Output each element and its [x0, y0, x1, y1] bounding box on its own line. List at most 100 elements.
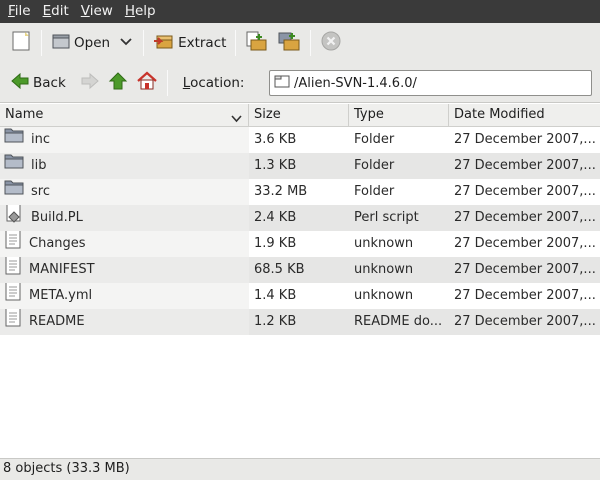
- column-header-type-label: Type: [354, 107, 384, 122]
- file-name: MANIFEST: [29, 262, 95, 277]
- back-button-label: Back: [33, 74, 66, 91]
- open-button[interactable]: Open: [47, 27, 114, 59]
- cell-size: 1.3 KB: [249, 153, 349, 179]
- cell-date: 27 December 2007,...: [449, 179, 600, 205]
- cell-name: README: [0, 309, 249, 335]
- home-icon: [136, 71, 158, 95]
- cell-date: 27 December 2007,...: [449, 283, 600, 309]
- cell-name: src: [0, 179, 249, 205]
- cell-date: 27 December 2007,...: [449, 127, 600, 153]
- menu-edit[interactable]: Edit: [37, 0, 75, 23]
- back-arrow-icon: [10, 71, 30, 95]
- cell-date: 27 December 2007,...: [449, 309, 600, 335]
- table-row[interactable]: Build.PL 2.4 KB Perl script 27 December 200…: [0, 205, 600, 231]
- column-header-size-label: Size: [254, 107, 281, 122]
- cell-name: Build.PL: [0, 205, 249, 231]
- cell-type: Folder: [349, 179, 449, 205]
- menu-view[interactable]: View: [75, 0, 119, 23]
- cell-size: 1.4 KB: [249, 283, 349, 309]
- cell-size: 1.9 KB: [249, 231, 349, 257]
- open-recent-dropdown[interactable]: [114, 27, 138, 59]
- cell-size: 2.4 KB: [249, 205, 349, 231]
- table-row[interactable]: src 33.2 MB Folder 27 December 2007,...: [0, 179, 600, 205]
- table-row[interactable]: Changes 1.9 KB unknown 27 December 2007,...: [0, 231, 600, 257]
- table-row[interactable]: inc 3.6 KB Folder 27 December 2007,...: [0, 127, 600, 153]
- menu-edit-label: dit: [51, 3, 69, 19]
- text-file-icon: [4, 231, 22, 257]
- text-file-icon: [4, 257, 22, 283]
- extract-icon: [153, 31, 175, 55]
- folder-icon: [4, 153, 24, 179]
- table-row[interactable]: lib 1.3 KB Folder 27 December 2007,...: [0, 153, 600, 179]
- stop-button[interactable]: [316, 27, 346, 59]
- new-archive-button[interactable]: [6, 27, 36, 59]
- cell-date: 27 December 2007,...: [449, 205, 600, 231]
- cell-type: unknown: [349, 231, 449, 257]
- menu-help[interactable]: Help: [119, 0, 162, 23]
- toolbar-separator: [41, 30, 42, 56]
- status-bar: 8 objects (33.3 MB): [0, 458, 600, 480]
- location-toolbar: Back Location: /Alien-SVN-1.4.6.0/: [0, 63, 600, 103]
- extract-button-label: Extract: [178, 35, 227, 51]
- cell-type: unknown: [349, 283, 449, 309]
- file-name: inc: [31, 132, 50, 147]
- menu-file-mnemonic: F: [8, 3, 15, 19]
- main-toolbar: Open Extract: [0, 23, 600, 63]
- location-value: /Alien-SVN-1.4.6.0/: [294, 75, 417, 91]
- file-name: lib: [31, 158, 47, 173]
- chevron-down-icon: [120, 36, 132, 51]
- column-header-name-label: Name: [5, 107, 44, 122]
- menu-view-label: iew: [89, 3, 113, 19]
- stop-icon: [320, 30, 342, 56]
- cell-date: 27 December 2007,...: [449, 153, 600, 179]
- file-name: Build.PL: [31, 210, 83, 225]
- add-files-button[interactable]: [241, 27, 273, 59]
- cell-type: Perl script: [349, 205, 449, 231]
- toolbar-separator: [235, 30, 237, 56]
- menu-file-label: ile: [14, 3, 31, 19]
- toolbar-separator: [143, 30, 145, 56]
- back-button[interactable]: Back: [6, 67, 70, 99]
- file-name: Changes: [29, 236, 86, 251]
- menu-edit-mnemonic: E: [42, 3, 52, 19]
- table-row[interactable]: README 1.2 KB README do... 27 December 2007…: [0, 309, 600, 335]
- cell-date: 27 December 2007,...: [449, 257, 600, 283]
- forward-arrow-icon: [80, 71, 100, 95]
- extract-button[interactable]: Extract: [149, 27, 230, 59]
- table-row[interactable]: META.yml 1.4 KB unknown 27 December 2007,..…: [0, 283, 600, 309]
- menu-view-mnemonic: V: [80, 3, 90, 19]
- cell-name: META.yml: [0, 283, 249, 309]
- toolbar-separator: [310, 30, 312, 56]
- column-header-size[interactable]: Size: [249, 104, 349, 127]
- column-header-date[interactable]: Date Modified: [449, 104, 600, 127]
- folder-icon: [4, 127, 24, 153]
- cell-type: unknown: [349, 257, 449, 283]
- cell-size: 33.2 MB: [249, 179, 349, 205]
- cell-date: 27 December 2007,...: [449, 231, 600, 257]
- up-button[interactable]: [104, 67, 132, 99]
- forward-button[interactable]: [76, 67, 104, 99]
- new-archive-icon: [10, 30, 32, 56]
- table-row[interactable]: MANIFEST 68.5 KB unknown 27 December 2007,.…: [0, 257, 600, 283]
- column-header-type[interactable]: Type: [349, 104, 449, 127]
- file-name: META.yml: [29, 288, 93, 303]
- cell-type: Folder: [349, 153, 449, 179]
- file-list-header: Name Size Type Date Modified: [0, 104, 600, 127]
- open-archive-icon: [51, 31, 71, 55]
- folder-icon: [274, 74, 290, 92]
- cell-size: 68.5 KB: [249, 257, 349, 283]
- status-text: 8 objects (33.3 MB): [3, 461, 130, 476]
- script-icon: [4, 205, 24, 231]
- text-file-icon: [4, 283, 22, 309]
- menu-help-mnemonic: H: [124, 3, 135, 19]
- home-button[interactable]: [132, 67, 162, 99]
- location-label-text: ocation:: [190, 74, 245, 91]
- add-folder-button[interactable]: [273, 27, 305, 59]
- location-label: Location:: [183, 75, 245, 91]
- file-list: inc 3.6 KB Folder 27 December 2007,... lib 1.…: [0, 127, 600, 335]
- up-arrow-icon: [108, 71, 128, 95]
- column-header-name[interactable]: Name: [0, 104, 249, 127]
- menu-file[interactable]: File: [2, 0, 37, 23]
- location-field[interactable]: /Alien-SVN-1.4.6.0/: [269, 70, 592, 96]
- menu-help-label: elp: [134, 3, 156, 19]
